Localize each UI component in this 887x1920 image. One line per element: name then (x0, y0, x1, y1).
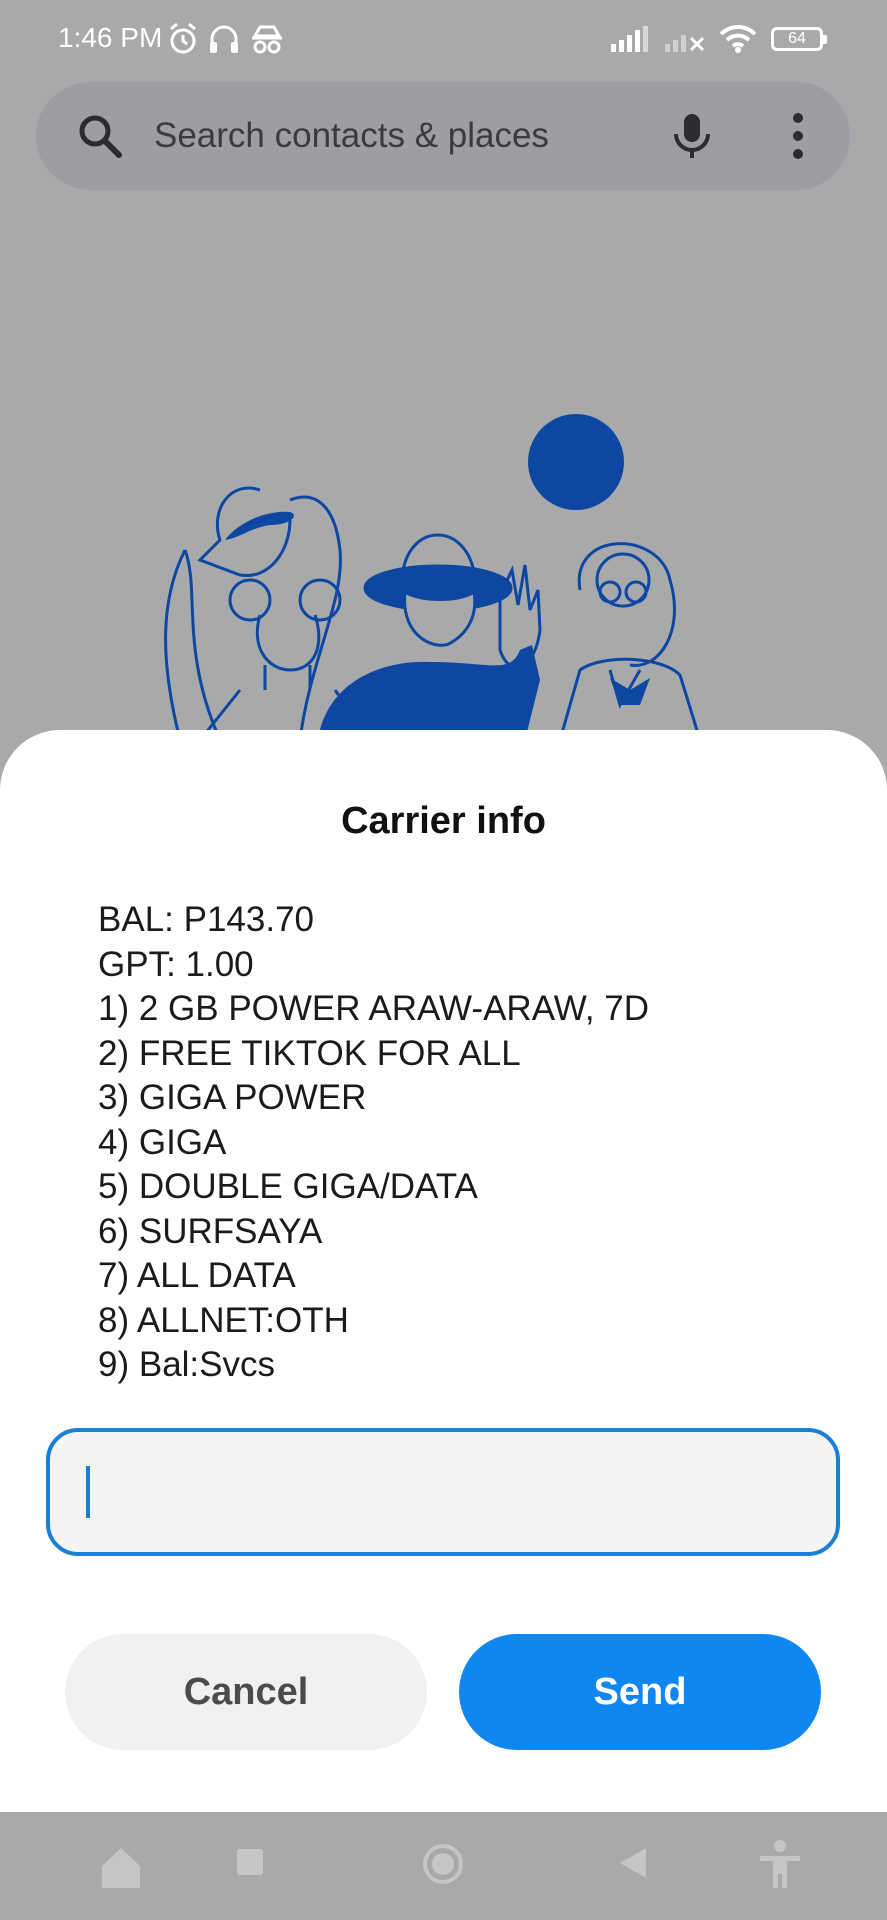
message-line: BAL: P143.70 (98, 900, 314, 939)
carrier-message: BAL: P143.70 GPT: 1.00 1) 2 GB POWER ARA… (98, 898, 818, 1388)
accessibility-icon[interactable] (758, 1840, 802, 1890)
incognito-icon (252, 25, 282, 54)
send-button[interactable]: Send (459, 1634, 821, 1750)
cancel-button[interactable]: Cancel (65, 1634, 427, 1750)
search-input[interactable]: Search contacts & places (154, 116, 549, 156)
circle-home-icon[interactable] (421, 1842, 465, 1886)
message-line: 6) SURFSAYA (98, 1211, 323, 1251)
alarm-icon (170, 22, 196, 54)
recents-icon[interactable] (236, 1848, 264, 1876)
message-line: 5) DOUBLE GIGA/DATA (98, 1167, 478, 1206)
text-cursor (86, 1466, 90, 1518)
message-line: 2) FREE TIKTOK FOR ALL (98, 1033, 521, 1073)
navigation-bar (0, 1812, 887, 1920)
more-vert-icon[interactable] (788, 110, 808, 162)
reply-input[interactable] (46, 1428, 840, 1556)
search-icon[interactable] (76, 112, 124, 160)
carrier-info-dialog: Carrier info BAL: P143.70 GPT: 1.00 1) 2… (0, 730, 887, 1812)
status-time: 1:46 PM (58, 22, 163, 53)
mic-icon[interactable] (666, 110, 718, 162)
message-line: 7) ALL DATA (98, 1256, 296, 1295)
message-line: 8) ALLNET:OTH (98, 1300, 349, 1340)
message-line: 9) Bal:Svcs (98, 1345, 275, 1384)
message-line: 4) GIGA (98, 1122, 227, 1162)
status-right-icons: 64 (611, 22, 827, 56)
message-line: 1) 2 GB POWER ARAW-ARAW, 7D (98, 989, 650, 1028)
signal-strength-icon (611, 26, 648, 52)
wifi-icon (719, 25, 757, 53)
status-bar: 1:46 PM 64 (0, 0, 887, 80)
search-bar[interactable]: Search contacts & places (36, 82, 850, 190)
message-line: GPT: 1.00 (98, 944, 254, 984)
status-left-icons (168, 22, 284, 56)
dialog-title: Carrier info (341, 800, 546, 842)
home-icon[interactable] (98, 1844, 144, 1890)
headphones-icon (210, 25, 238, 53)
message-line: 3) GIGA POWER (98, 1078, 367, 1117)
back-icon[interactable] (618, 1846, 648, 1880)
battery-indicator: 64 (771, 27, 827, 51)
people-illustration (164, 414, 702, 740)
no-signal-icon (665, 35, 705, 52)
